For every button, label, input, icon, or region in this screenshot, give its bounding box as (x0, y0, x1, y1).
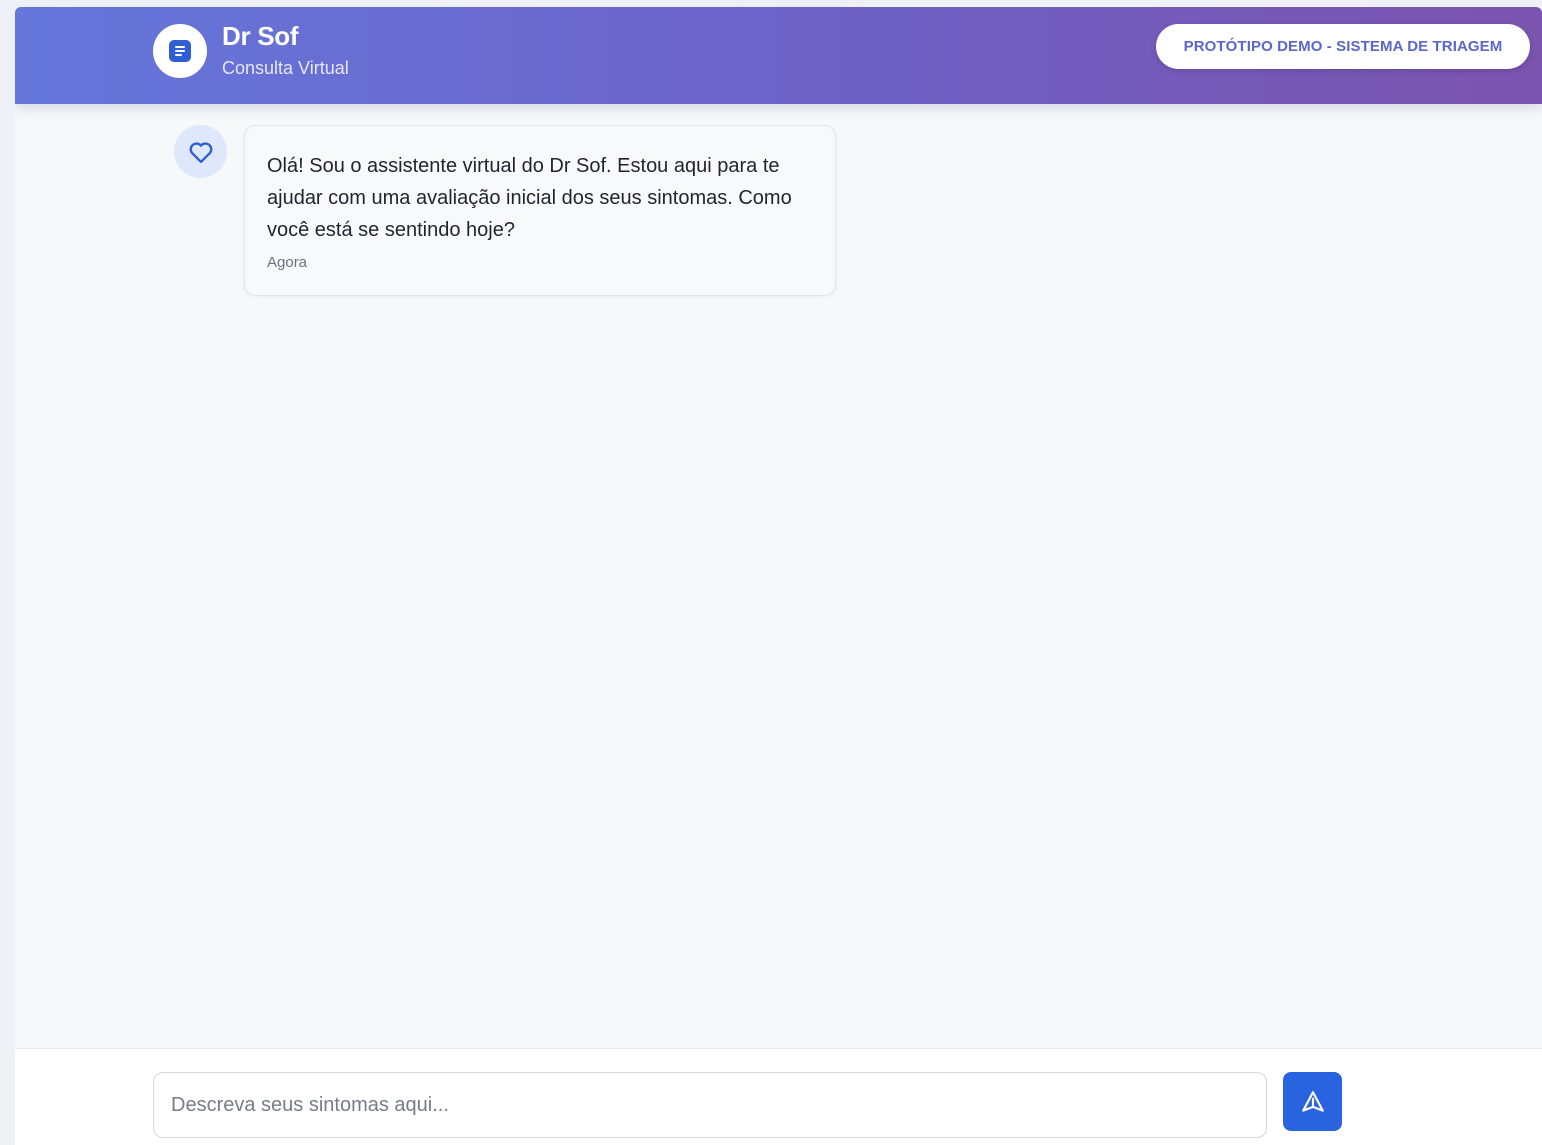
app-title: Dr Sof (222, 21, 299, 51)
send-icon (1301, 1090, 1324, 1112)
document-icon (169, 40, 191, 62)
symptom-input[interactable] (153, 1072, 1267, 1138)
demo-badge: PROTÓTIPO DEMO - SISTEMA DE TRIAGEM (1156, 24, 1530, 69)
header: Dr Sof Consulta Virtual PROTÓTIPO DEMO -… (15, 7, 1542, 104)
composer (15, 1048, 1542, 1145)
app-subtitle: Consulta Virtual (222, 58, 349, 78)
logo (153, 24, 207, 78)
bot-avatar (174, 125, 227, 178)
heart-icon (189, 141, 212, 163)
send-button[interactable] (1283, 1072, 1342, 1131)
message-time: Agora (267, 254, 308, 271)
message-bubble: Olá! Sou o assistente virtual do Dr Sof.… (244, 125, 836, 296)
message-text: Olá! Sou o assistente virtual do Dr Sof.… (267, 155, 792, 241)
chat-app: Dr Sof Consulta Virtual PROTÓTIPO DEMO -… (15, 7, 1542, 1145)
